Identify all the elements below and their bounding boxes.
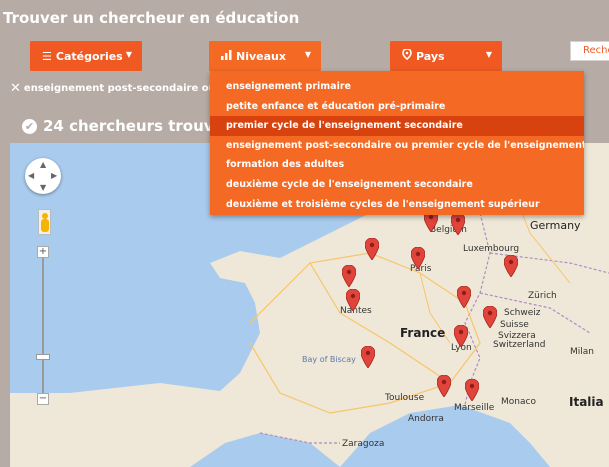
map-marker-pin[interactable]	[437, 375, 451, 397]
street-view-pegman-icon[interactable]	[38, 209, 51, 235]
categories-filter-label: Catégories	[55, 49, 123, 63]
check-circle-icon: ✔	[22, 118, 37, 134]
caret-down-icon: ▼	[125, 50, 132, 59]
pan-down-icon[interactable]: ▼	[40, 183, 46, 192]
page-title: Trouver un chercheur en éducation	[3, 9, 300, 27]
map-label-italia: Italia	[569, 395, 604, 409]
map-label-france: France	[400, 326, 446, 340]
map-label-switzerland: Switzerland	[493, 340, 546, 350]
dropdown-option[interactable]: deuxième et troisième cycles de l'enseig…	[210, 195, 584, 215]
zoom-slider-handle[interactable]	[36, 354, 50, 360]
zoom-in-button[interactable]: +	[37, 246, 49, 258]
active-filter-label: enseignement post-secondaire ou pr	[23, 83, 232, 94]
map-label-andorra: Andorra	[408, 414, 444, 424]
list-icon: ☰	[42, 49, 52, 63]
map-marker-pin[interactable]	[454, 325, 468, 347]
map-marker-pin[interactable]	[465, 379, 479, 401]
map-label-monaco: Monaco	[501, 397, 536, 407]
map-marker-pin[interactable]	[504, 255, 518, 277]
caret-down-icon: ▼	[304, 50, 311, 59]
map-pan-control[interactable]: ▲ ▼ ◀ ▶	[25, 158, 61, 194]
zoom-slider-track[interactable]	[42, 256, 44, 398]
map-marker-pin[interactable]	[342, 265, 356, 287]
dropdown-option-selected[interactable]: premier cycle de l'enseignement secondai…	[210, 116, 584, 136]
results-count-label: 24 chercheurs trouvés	[43, 117, 233, 135]
niveaux-filter-label: Niveaux	[236, 49, 286, 63]
bar-chart-icon	[221, 49, 232, 63]
active-filter-tag[interactable]: ✕ enseignement post-secondaire ou pr	[10, 81, 231, 96]
map-label-schweiz: Schweiz	[504, 308, 541, 318]
map-label-suisse: Suisse	[500, 320, 529, 330]
map-marker-icon	[402, 48, 412, 63]
pan-right-icon[interactable]: ▶	[51, 171, 57, 180]
dropdown-option[interactable]: deuxième cycle de l'enseignement seconda…	[210, 175, 584, 195]
map-marker-pin[interactable]	[483, 306, 497, 328]
map-label-marseille: Marseille	[454, 403, 495, 413]
map-marker-pin[interactable]	[346, 289, 360, 311]
map-label-zurich: Zürich	[528, 291, 557, 301]
dropdown-option[interactable]: formation des adultes	[210, 155, 584, 175]
map-label-bay-of-biscay: Bay of Biscay	[302, 355, 356, 364]
niveaux-dropdown-menu: enseignement primaire petite enfance et …	[210, 71, 584, 215]
map-label-zaragoza: Zaragoza	[342, 439, 385, 449]
map-marker-pin[interactable]	[365, 238, 379, 260]
map-marker-pin[interactable]	[411, 247, 425, 269]
dropdown-option[interactable]: enseignement primaire	[210, 77, 584, 97]
results-count: ✔ 24 chercheurs trouvés	[22, 117, 233, 135]
map-marker-pin[interactable]	[361, 346, 375, 368]
map-label-milan: Milan	[570, 347, 594, 357]
map-label-germany: Germany	[530, 219, 581, 232]
map-label-luxembourg: Luxembourg	[463, 244, 520, 254]
map-marker-pin[interactable]	[451, 213, 465, 235]
pan-up-icon[interactable]: ▲	[40, 160, 46, 169]
zoom-out-button[interactable]: −	[37, 393, 49, 405]
dropdown-option[interactable]: petite enfance et éducation pré-primaire	[210, 97, 584, 117]
map-label-toulouse: Toulouse	[385, 393, 425, 403]
close-icon[interactable]: ✕	[10, 81, 21, 96]
pays-filter-label: Pays	[416, 49, 445, 63]
niveaux-filter-button[interactable]: Niveaux ▼	[209, 41, 321, 71]
caret-down-icon: ▼	[485, 50, 492, 59]
dropdown-option[interactable]: enseignement post-secondaire ou premier …	[210, 136, 584, 156]
pan-left-icon[interactable]: ◀	[28, 171, 34, 180]
search-button[interactable]: Reche	[570, 41, 609, 61]
pays-filter-button[interactable]: Pays ▼	[390, 41, 502, 71]
categories-filter-button[interactable]: ☰ Catégories ▼	[30, 41, 142, 71]
map-marker-pin[interactable]	[457, 286, 471, 308]
